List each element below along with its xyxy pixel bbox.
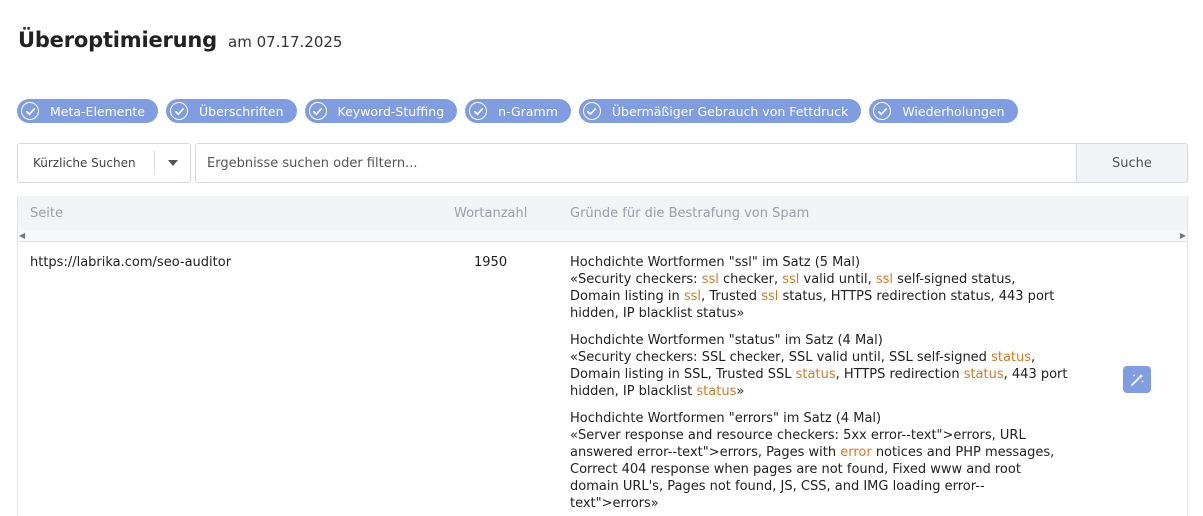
check-icon bbox=[469, 102, 488, 120]
filter-chip-meta-elemente[interactable]: Meta-Elemente bbox=[17, 99, 158, 123]
check-icon bbox=[170, 102, 188, 120]
check-icon bbox=[308, 102, 327, 120]
reason-heading: Hochdichte Wortformen "errors" im Satz (… bbox=[570, 411, 882, 426]
text-segment: checker, bbox=[718, 272, 783, 287]
reason-heading: Hochdichte Wortformen "status" im Satz (… bbox=[570, 333, 883, 348]
highlighted-word: ssl bbox=[782, 272, 800, 287]
highlighted-word: error bbox=[840, 445, 872, 460]
filter-chips: Meta-Elemente Überschriften Keyword-Stuf… bbox=[17, 99, 1018, 123]
magic-wand-icon bbox=[1129, 372, 1145, 388]
search-bar: Kürzliche Suchen Suche bbox=[17, 143, 1188, 183]
text-segment: «Security checkers: bbox=[570, 272, 702, 287]
spam-reasons: Hochdichte Wortformen "ssl" im Satz (5 M… bbox=[570, 254, 1070, 516]
results-table: Seite Wortanzahl Gründe für die Bestrafu… bbox=[17, 196, 1188, 516]
highlighted-word: ssl bbox=[683, 289, 702, 304]
highlighted-word: ssl bbox=[701, 272, 719, 287]
page-url[interactable]: https://labrika.com/seo-auditor bbox=[30, 255, 231, 270]
filter-chip-label: Überschriften bbox=[199, 103, 284, 119]
filter-chip-wiederholungen[interactable]: Wiederholungen bbox=[869, 99, 1018, 123]
horizontal-scrollbar[interactable]: ◀ ▶ bbox=[18, 230, 1187, 242]
reason-heading: Hochdichte Wortformen "ssl" im Satz (5 M… bbox=[570, 255, 861, 270]
check-icon bbox=[582, 102, 601, 120]
filter-chip-label: n-Gramm bbox=[498, 103, 558, 119]
search-button[interactable]: Suche bbox=[1076, 143, 1188, 183]
highlighted-word: status bbox=[991, 350, 1032, 365]
highlighted-word: status bbox=[963, 367, 1004, 382]
search-input[interactable] bbox=[195, 143, 1076, 183]
reason-text: «Security checkers: SSL checker, SSL val… bbox=[570, 349, 1070, 400]
filter-chip-fettdruck[interactable]: Übermäßiger Gebrauch von Fettdruck bbox=[578, 99, 862, 123]
arrow-right-icon[interactable]: ▶ bbox=[1180, 230, 1186, 242]
filter-chip-ueberschriften[interactable]: Überschriften bbox=[166, 99, 297, 123]
check-icon bbox=[873, 102, 892, 120]
highlighted-word: ssl bbox=[761, 289, 779, 304]
filter-chip-label: Übermäßiger Gebrauch von Fettdruck bbox=[611, 103, 849, 119]
check-icon bbox=[21, 102, 39, 120]
filter-chip-label: Wiederholungen bbox=[902, 103, 1005, 119]
text-segment: valid until, bbox=[799, 272, 876, 287]
reason-item: Hochdichte Wortformen "errors" im Satz (… bbox=[570, 410, 1070, 512]
column-header-gruende[interactable]: Gründe für die Bestrafung von Spam bbox=[570, 206, 809, 221]
text-segment: » bbox=[736, 384, 745, 399]
reason-text: «Server response and resource checkers: … bbox=[570, 427, 1070, 512]
filter-chip-label: Keyword-Stuffing bbox=[337, 103, 445, 119]
highlighted-word: ssl bbox=[875, 272, 894, 287]
recent-searches-label: Kürzliche Suchen bbox=[33, 156, 136, 170]
column-header-wortanzahl[interactable]: Wortanzahl bbox=[454, 206, 527, 221]
report-date: am 07.17.2025 bbox=[228, 33, 343, 51]
recent-searches-dropdown[interactable]: Kürzliche Suchen bbox=[17, 143, 191, 183]
arrow-left-icon[interactable]: ◀ bbox=[19, 230, 25, 242]
reason-item: Hochdichte Wortformen "status" im Satz (… bbox=[570, 332, 1070, 400]
text-segment: , Trusted bbox=[701, 289, 762, 304]
reason-text: «Security checkers: ssl checker, ssl val… bbox=[570, 271, 1070, 322]
chevron-down-icon[interactable] bbox=[155, 159, 190, 167]
page-header: Überoptimierung am 07.17.2025 bbox=[18, 28, 342, 52]
filter-chip-keyword-stuffing[interactable]: Keyword-Stuffing bbox=[304, 99, 458, 123]
highlighted-word: status bbox=[795, 367, 836, 382]
filter-chip-n-gramm[interactable]: n-Gramm bbox=[465, 99, 571, 123]
column-header-seite[interactable]: Seite bbox=[30, 206, 63, 221]
text-segment: , HTTPS redirection bbox=[835, 367, 964, 382]
table-header: Seite Wortanzahl Gründe für die Bestrafu… bbox=[18, 196, 1187, 230]
word-count: 1950 bbox=[474, 255, 508, 270]
page-title: Überoptimierung bbox=[18, 28, 217, 52]
text-segment: «Security checkers: SSL checker, SSL val… bbox=[570, 350, 992, 365]
reason-item: Hochdichte Wortformen "ssl" im Satz (5 M… bbox=[570, 254, 1070, 322]
auto-fix-button[interactable] bbox=[1123, 366, 1151, 393]
filter-chip-label: Meta-Elemente bbox=[50, 103, 145, 119]
highlighted-word: status bbox=[696, 384, 737, 399]
